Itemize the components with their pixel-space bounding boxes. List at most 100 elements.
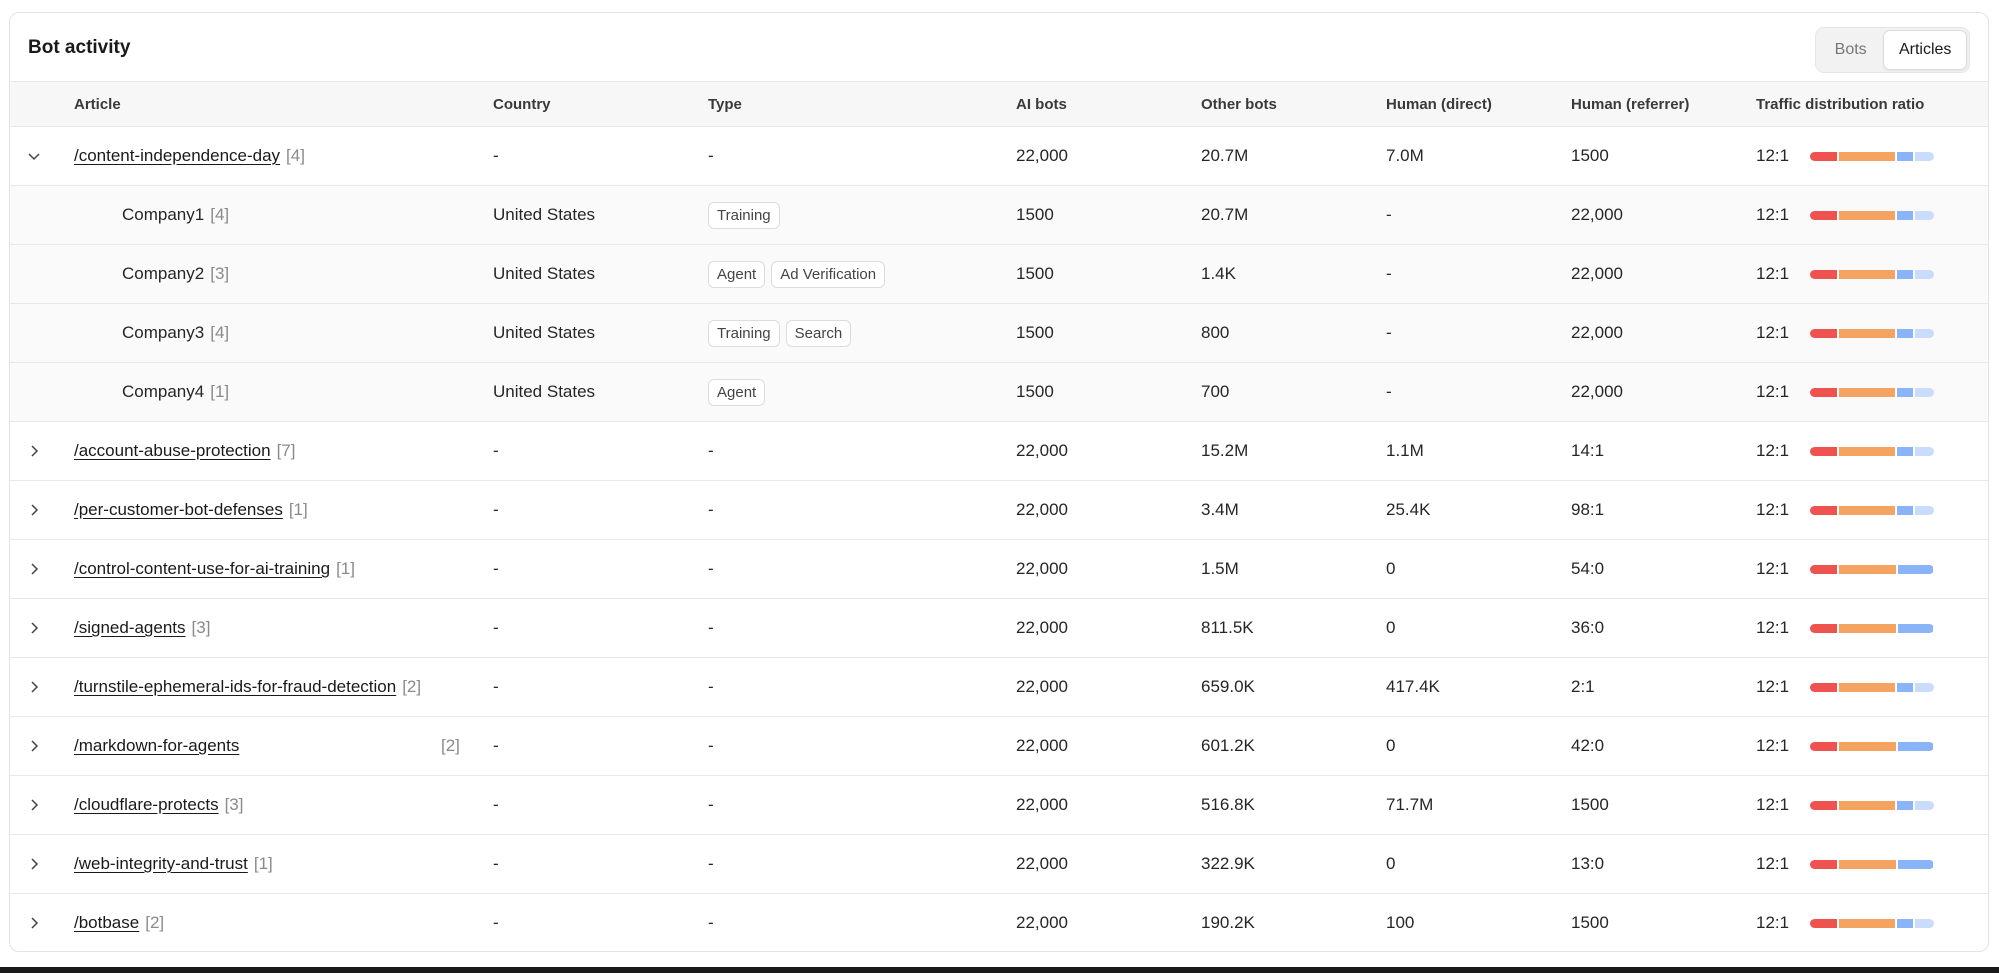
human-referrer-cell: 22,000 xyxy=(1571,323,1623,342)
traffic-ratio-cell: 12:1 xyxy=(1756,127,1934,185)
human-referrer-cell: 36:0 xyxy=(1571,618,1605,637)
traffic-ratio-cell: 12:1 xyxy=(1756,894,1934,951)
table-row[interactable]: /account-abuse-protection [7] - - 22,000 15.2… xyxy=(10,422,1988,481)
col-header-human-referrer[interactable]: Human (referrer) xyxy=(1571,82,1689,126)
ratio-value: 12:1 xyxy=(1756,677,1790,696)
ratio-value: 12:1 xyxy=(1756,382,1790,401)
table-row-child[interactable]: Company2 [3] United States Agent Ad Verifica… xyxy=(10,245,1988,304)
article-link[interactable]: /turnstile-ephemeral-ids-for-fraud-detec… xyxy=(74,677,396,697)
other-bots-segment xyxy=(1839,151,1895,161)
col-header-human-direct[interactable]: Human (direct) xyxy=(1386,82,1492,126)
human-direct-cell: 0 xyxy=(1386,854,1396,873)
ratio-value: 12:1 xyxy=(1756,854,1790,873)
col-header-article[interactable]: Article xyxy=(74,82,121,126)
table-row[interactable]: /web-integrity-and-trust [1] - - 22,000 322.9… xyxy=(10,835,1988,894)
other-bots-cell: 700 xyxy=(1201,382,1230,401)
ai-bots-cell: 22,000 xyxy=(1016,441,1068,460)
article-link[interactable]: /per-customer-bot-defenses xyxy=(74,500,283,520)
article-link[interactable]: /markdown-for-agents xyxy=(74,736,239,756)
toggle-articles-button[interactable]: Articles xyxy=(1883,30,1967,70)
table-row[interactable]: /cloudflare-protects [3] - - 22,000 516.8K 71.… xyxy=(10,776,1988,835)
human-referrer-cell: 1500 xyxy=(1571,913,1609,932)
human-direct-segment xyxy=(1897,682,1913,692)
traffic-ratio-cell: 12:1 xyxy=(1756,717,1934,775)
article-cell: /cloudflare-protects [3] xyxy=(74,776,243,834)
chevron-right-icon[interactable] xyxy=(24,422,44,480)
article-count: [1] xyxy=(253,854,273,873)
article-count: [3] xyxy=(191,618,211,637)
table-row-child[interactable]: Company4 [1] United States Agent 1500 700 - 22,… xyxy=(10,363,1988,422)
article-link[interactable]: /web-integrity-and-trust xyxy=(74,854,248,874)
col-header-country[interactable]: Country xyxy=(493,82,551,126)
table-row[interactable]: /control-content-use-for-ai-training [1] -… xyxy=(10,540,1988,599)
table-row[interactable]: /signed-agents [3] - - 22,000 811.5K 0 36:0 12:1 xyxy=(10,599,1988,658)
other-bots-segment xyxy=(1839,328,1895,338)
other-bots-cell: 1.5M xyxy=(1201,559,1239,578)
ai-bots-segment xyxy=(1810,564,1837,574)
col-header-traffic-ratio[interactable]: Traffic distribution ratio xyxy=(1756,82,1924,126)
col-header-type[interactable]: Type xyxy=(708,82,742,126)
article-link[interactable]: /content-independence-day xyxy=(74,146,280,166)
ai-bots-segment xyxy=(1810,387,1837,397)
ai-bots-cell: 1500 xyxy=(1016,205,1054,224)
ratio-value: 12:1 xyxy=(1756,559,1790,578)
chevron-right-icon[interactable] xyxy=(24,717,44,775)
chevron-right-icon[interactable] xyxy=(24,481,44,539)
traffic-ratio-cell: 12:1 xyxy=(1756,835,1934,893)
table-row[interactable]: /turnstile-ephemeral-ids-for-fraud-detec… xyxy=(10,658,1988,717)
article-link[interactable]: /botbase xyxy=(74,913,139,933)
article-link[interactable]: /control-content-use-for-ai-training xyxy=(74,559,330,579)
article-cell: /control-content-use-for-ai-training [1] xyxy=(74,540,355,598)
table-row-child[interactable]: Company1 [4] United States Training 1500 20.7… xyxy=(10,186,1988,245)
chevron-right-icon[interactable] xyxy=(24,776,44,834)
human-referrer-cell: 14:1 xyxy=(1571,441,1605,460)
traffic-distribution-bar xyxy=(1810,387,1934,397)
traffic-distribution-bar xyxy=(1810,564,1934,574)
article-link[interactable]: /cloudflare-protects xyxy=(74,795,219,815)
article-cell: /markdown-for-agents [2] xyxy=(74,717,460,775)
table-row[interactable]: /botbase [2] - - 22,000 190.2K 100 1500 12:1 xyxy=(10,894,1988,951)
human-referrer-segment xyxy=(1915,505,1934,515)
chevron-right-icon[interactable] xyxy=(24,658,44,716)
chevron-right-icon[interactable] xyxy=(24,599,44,657)
card-header: Bot activity Bots Articles xyxy=(10,13,1988,82)
other-bots-segment xyxy=(1839,741,1896,751)
chevron-down-icon[interactable] xyxy=(24,127,44,185)
traffic-distribution-bar xyxy=(1810,210,1934,220)
col-header-ai-bots[interactable]: AI bots xyxy=(1016,82,1067,126)
chevron-right-icon[interactable] xyxy=(24,835,44,893)
toggle-bots-button[interactable]: Bots xyxy=(1818,31,1883,69)
other-bots-segment xyxy=(1839,210,1895,220)
table-row[interactable]: /content-independence-day [4] - - 22,000 20.7… xyxy=(10,127,1988,186)
article-cell: /per-customer-bot-defenses [1] xyxy=(74,481,308,539)
article-count: [2] xyxy=(145,913,165,932)
type-cell: - xyxy=(708,618,714,637)
table-row[interactable]: /markdown-for-agents [2] - - 22,000 601.2K 0 42… xyxy=(10,717,1988,776)
ai-bots-cell: 22,000 xyxy=(1016,913,1068,932)
chevron-right-icon[interactable] xyxy=(24,540,44,598)
other-bots-cell: 659.0K xyxy=(1201,677,1255,696)
human-direct-cell: - xyxy=(1386,382,1392,401)
table-row[interactable]: /per-customer-bot-defenses [1] - - 22,000 3.4… xyxy=(10,481,1988,540)
ai-bots-cell: 1500 xyxy=(1016,323,1054,342)
article-link[interactable]: /signed-agents xyxy=(74,618,186,638)
human-direct-cell: 1.1M xyxy=(1386,441,1424,460)
col-header-other-bots[interactable]: Other bots xyxy=(1201,82,1277,126)
article-cell: /content-independence-day [4] xyxy=(74,127,305,185)
ai-bots-cell: 22,000 xyxy=(1016,146,1068,165)
table-row-child[interactable]: Company3 [4] United States Training Search 15… xyxy=(10,304,1988,363)
country-cell: United States xyxy=(493,323,596,342)
human-referrer-segment xyxy=(1915,800,1934,810)
article-cell: /turnstile-ephemeral-ids-for-fraud-detec… xyxy=(74,658,421,716)
type-cell: - xyxy=(708,677,714,696)
other-bots-segment xyxy=(1839,269,1895,279)
chevron-right-icon[interactable] xyxy=(24,894,44,951)
country-cell: United States xyxy=(493,205,596,224)
traffic-distribution-bar xyxy=(1810,918,1934,928)
article-count: [2] xyxy=(441,736,460,755)
traffic-distribution-bar xyxy=(1810,859,1934,869)
ai-bots-cell: 22,000 xyxy=(1016,618,1068,637)
article-link[interactable]: /account-abuse-protection xyxy=(74,441,271,461)
ai-bots-segment xyxy=(1810,800,1837,810)
type-tag: Ad Verification xyxy=(771,260,886,288)
